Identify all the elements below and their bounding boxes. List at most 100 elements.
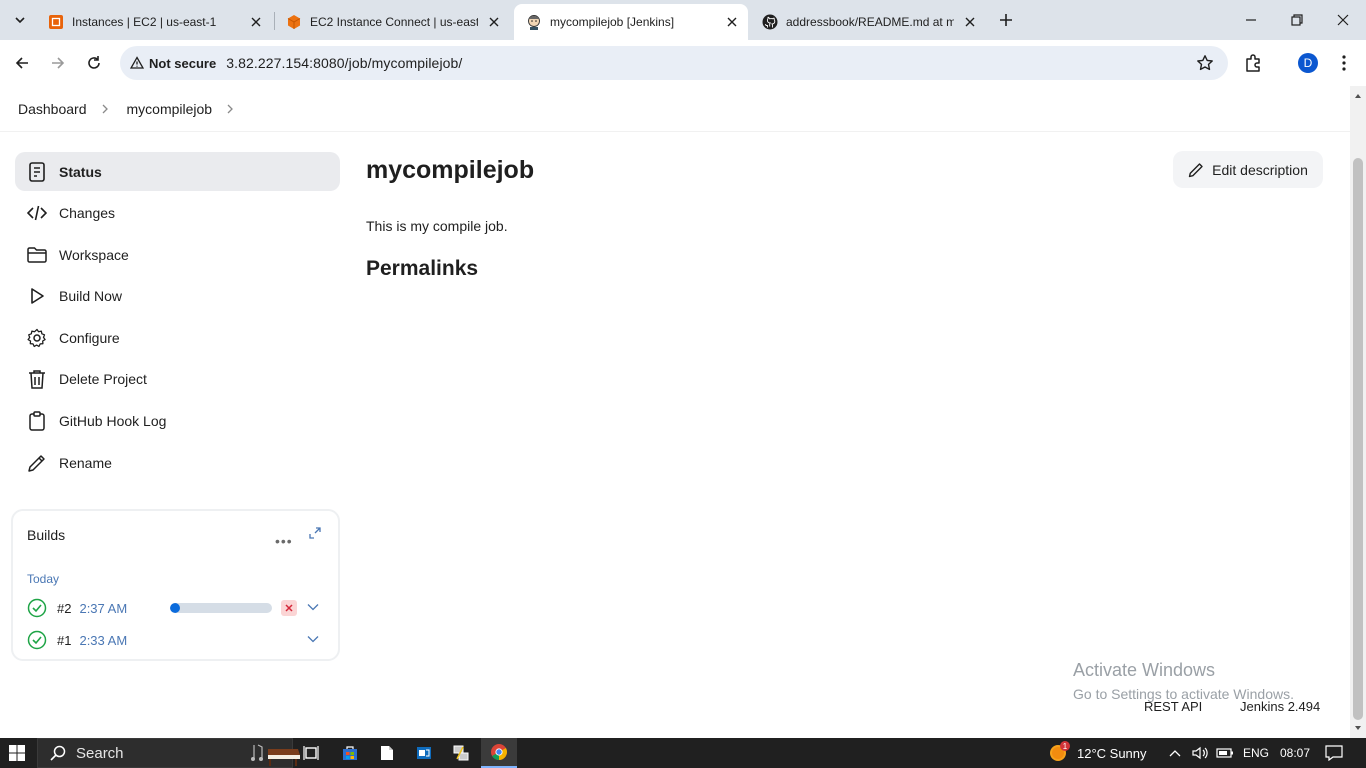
chevron-right-icon — [101, 104, 109, 114]
hidden-icons-chevron-up-icon[interactable] — [1169, 738, 1181, 768]
tab-search-button[interactable] — [8, 8, 32, 32]
minimize-button[interactable] — [1228, 0, 1274, 40]
success-check-icon — [27, 630, 47, 650]
builds-widget: Builds ••• Today #2 2:37 AM #1 2:33 AM — [11, 509, 340, 661]
chevron-down-icon[interactable] — [307, 635, 319, 643]
back-button[interactable] — [9, 50, 35, 76]
sidebar-item-rename[interactable]: Rename — [15, 443, 340, 482]
close-window-button[interactable] — [1320, 0, 1366, 40]
close-tab-icon[interactable] — [248, 14, 264, 30]
sidebar-item-label: Workspace — [59, 246, 129, 263]
code-icon — [27, 203, 47, 223]
browser-tab-strip: Instances | EC2 | us-east-1 EC2 Instance… — [0, 0, 1366, 40]
site-info-button[interactable]: Not secure — [130, 56, 216, 71]
chevron-right-icon[interactable] — [226, 104, 234, 114]
forward-button[interactable] — [45, 50, 71, 76]
putty-icon[interactable] — [443, 738, 479, 768]
bookmark-star-icon[interactable] — [1196, 54, 1214, 72]
close-tab-icon[interactable] — [486, 14, 502, 30]
windows-taskbar: Search 12°C Sunny 1 ENG 08:07 — [0, 738, 1366, 768]
sidebar-item-build-now[interactable]: Build Now — [15, 277, 340, 316]
scroll-down-arrow-icon — [1355, 726, 1361, 730]
aws-cube-icon — [286, 14, 302, 30]
url-text[interactable]: 3.82.227.154:8080/job/mycompilejob/ — [226, 55, 462, 71]
new-tab-button[interactable] — [994, 8, 1018, 32]
tab-ec2-instance-connect[interactable]: EC2 Instance Connect | us-east-1 — [274, 4, 510, 40]
store-icon[interactable] — [332, 738, 368, 768]
job-description: This is my compile job. — [366, 218, 508, 234]
scrollbar-thumb[interactable] — [1353, 158, 1363, 720]
trash-icon — [27, 369, 47, 390]
weather-notification-badge: 1 — [1060, 741, 1070, 751]
edit-description-button[interactable]: Edit description — [1173, 151, 1323, 188]
notifications-icon[interactable] — [1325, 738, 1343, 768]
close-tab-icon[interactable] — [962, 14, 978, 30]
play-icon — [27, 286, 47, 306]
profile-avatar[interactable]: D — [1297, 52, 1319, 74]
sidebar-item-workspace[interactable]: Workspace — [15, 235, 340, 274]
extensions-icon[interactable] — [1243, 52, 1265, 74]
permalinks-heading: Permalinks — [366, 257, 479, 280]
chrome-icon[interactable] — [481, 738, 517, 768]
aws-ec2-icon — [48, 14, 64, 30]
sidebar-item-github-hook-log[interactable]: GitHub Hook Log — [15, 402, 340, 441]
sidebar-item-label: Build Now — [59, 288, 123, 305]
close-icon — [285, 604, 293, 612]
battery-icon[interactable] — [1216, 738, 1234, 768]
build-row[interactable]: #2 2:37 AM — [27, 597, 127, 619]
sidebar-item-changes[interactable]: Changes — [15, 194, 340, 233]
notepad-icon[interactable] — [369, 738, 405, 768]
sidebar-item-label: Rename — [59, 454, 112, 471]
github-icon — [762, 14, 778, 30]
reload-icon — [88, 56, 100, 69]
build-number[interactable]: #1 — [57, 633, 71, 648]
abort-build-button[interactable] — [281, 600, 297, 616]
language-indicator[interactable]: ENG — [1243, 738, 1269, 768]
breadcrumb-dashboard[interactable]: Dashboard — [18, 101, 87, 117]
warning-icon — [130, 56, 144, 69]
watermark-line1: Activate Windows — [1073, 660, 1216, 680]
status-icon — [27, 161, 47, 182]
chevron-down-icon[interactable] — [307, 603, 319, 611]
windows-start-icon[interactable] — [9, 745, 25, 761]
tab-github-readme[interactable]: addressbook/README.md at main — [750, 4, 986, 40]
taskbar-search-box[interactable]: Search — [37, 738, 300, 768]
search-icon — [50, 745, 66, 761]
scroll-up-arrow-icon — [1355, 94, 1361, 98]
rest-api-link[interactable]: REST API — [1144, 699, 1202, 714]
restore-icon — [1291, 14, 1303, 26]
sidebar: Status Changes Workspace Build Now Confi… — [15, 152, 340, 485]
build-number[interactable]: #2 — [57, 601, 71, 616]
sidebar-item-configure[interactable]: Configure — [15, 318, 340, 357]
restore-button[interactable] — [1274, 0, 1320, 40]
reload-button[interactable] — [81, 50, 107, 76]
sidebar-item-delete-project[interactable]: Delete Project — [15, 360, 340, 399]
browser-toolbar: Not secure 3.82.227.154:8080/job/mycompi… — [0, 40, 1366, 86]
more-menu-icon[interactable] — [1333, 52, 1355, 74]
jenkins-version-link[interactable]: Jenkins 2.494 — [1240, 699, 1320, 714]
build-time[interactable]: 2:37 AM — [79, 601, 127, 616]
tab-jenkins-active[interactable]: mycompilejob [Jenkins] — [514, 4, 748, 40]
build-row[interactable]: #1 2:33 AM — [27, 629, 127, 651]
jenkins-icon — [526, 14, 542, 30]
build-time[interactable]: 2:33 AM — [79, 633, 127, 648]
clipboard-icon — [27, 411, 47, 431]
tab-ec2-instances[interactable]: Instances | EC2 | us-east-1 — [36, 4, 272, 40]
sidebar-item-label: GitHub Hook Log — [59, 413, 167, 430]
close-tab-icon[interactable] — [724, 14, 740, 30]
volume-icon[interactable] — [1192, 738, 1208, 768]
builds-more-button[interactable]: ••• — [275, 533, 293, 549]
tab-title: addressbook/README.md at main — [786, 15, 954, 29]
clock[interactable]: 08:07 — [1280, 738, 1310, 768]
language-text: ENG — [1243, 746, 1270, 760]
breadcrumb-job[interactable]: mycompilejob — [127, 101, 213, 117]
sidebar-item-status[interactable]: Status — [15, 152, 340, 191]
not-secure-label: Not secure — [149, 55, 217, 71]
tab-title: Instances | EC2 | us-east-1 — [72, 15, 217, 29]
clock-text: 08:07 — [1280, 746, 1311, 760]
page-scrollbar[interactable] — [1350, 86, 1366, 738]
outlook-icon[interactable] — [406, 738, 442, 768]
task-view-icon[interactable] — [293, 738, 329, 768]
address-bar[interactable]: Not secure 3.82.227.154:8080/job/mycompi… — [120, 46, 1228, 80]
expand-icon[interactable] — [309, 527, 321, 539]
